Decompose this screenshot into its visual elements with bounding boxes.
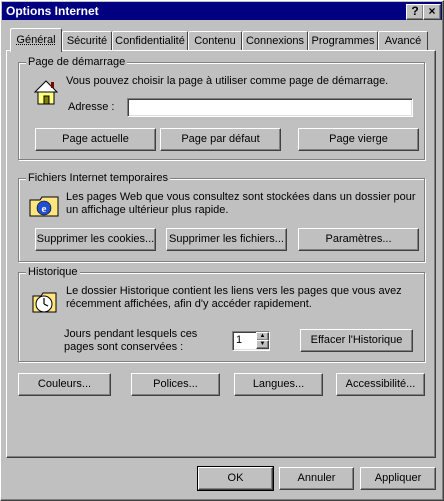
current-page-button[interactable]: Page actuelle [35,128,156,151]
button-label: Page vierge [329,133,388,145]
address-input[interactable] [127,98,413,117]
days-label-2: pages sont conservées : [64,341,184,353]
button-label: Annuler [297,472,336,484]
button-label: Supprimer les fichiers... [169,233,284,245]
clear-history-button[interactable]: Effacer l'Historique [300,329,413,352]
delete-cookies-button[interactable]: Supprimer les cookies... [35,228,156,251]
settings-button[interactable]: Paramètres... [298,228,419,251]
button-label: Appliquer [374,472,422,484]
address-label: Adresse : [68,101,115,113]
history-clock-icon [30,286,60,319]
button-label: Polices... [153,378,198,390]
temp-files-description-1: Les pages Web que vous consultez sont st… [66,191,416,203]
languages-button[interactable]: Langues... [234,373,323,396]
apply-button[interactable]: Appliquer [360,467,436,490]
button-label: Couleurs... [37,378,92,390]
days-stepper[interactable]: 1 ▲ ▼ [232,331,270,351]
colors-button[interactable]: Couleurs... [18,373,111,396]
cancel-button[interactable]: Annuler [279,467,354,490]
button-label: Page actuelle [62,133,129,145]
days-label-1: Jours pendant lesquels ces [64,328,198,340]
button-label: Paramètres... [325,233,392,245]
home-icon [32,78,60,109]
accessibility-button[interactable]: Accessibilité... [336,373,425,396]
button-label: Supprimer les cookies... [36,233,155,245]
temp-files-legend: Fichiers Internet temporaires [26,172,170,184]
button-label: Effacer l'Historique [310,334,403,346]
folder-ie-icon: e [28,192,62,223]
button-label: Langues... [252,378,305,390]
days-value: 1 [236,334,243,346]
history-legend: Historique [26,266,80,278]
fonts-button[interactable]: Polices... [131,373,220,396]
history-description-1: Le dossier Historique contient les liens… [66,285,402,297]
ok-button[interactable]: OK [197,466,274,491]
homepage-description: Vous pouvez choisir la page à utiliser c… [66,75,389,87]
panel-content: Page de démarrage Vous pouvez choisir la… [0,0,444,501]
history-description-2: récemment affichées, afin d'y accéder ra… [66,298,312,310]
stepper-down-icon[interactable]: ▼ [256,340,269,349]
homepage-legend: Page de démarrage [26,56,128,68]
temp-files-description-2: un affichage ultérieur plus rapide. [66,204,229,216]
button-label: Accessibilité... [345,378,416,390]
button-label: OK [227,472,244,484]
blank-page-button[interactable]: Page vierge [298,128,419,151]
default-page-button[interactable]: Page par défaut [160,128,281,151]
delete-files-button[interactable]: Supprimer les fichiers... [166,228,287,251]
button-label: Page par défaut [181,133,260,145]
svg-text:e: e [42,203,47,215]
